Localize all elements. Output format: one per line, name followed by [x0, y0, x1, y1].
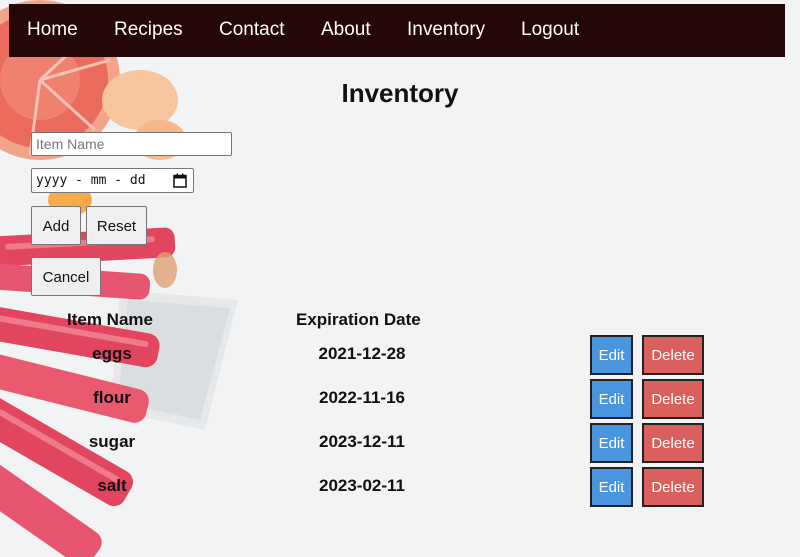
table-row: flour 2022-11-16 Edit Delete [0, 379, 800, 419]
nav-inventory-link[interactable]: Inventory [407, 4, 485, 57]
nav-logout-link[interactable]: Logout [521, 4, 579, 57]
page-title: Inventory [341, 78, 459, 108]
delete-button[interactable]: Delete [642, 379, 704, 419]
nav-home-link[interactable]: Home [27, 4, 78, 57]
add-button[interactable]: Add [31, 206, 81, 245]
edit-button[interactable]: Edit [590, 379, 633, 419]
delete-button[interactable]: Delete [642, 467, 704, 507]
table-row: sugar 2023-12-11 Edit Delete [0, 423, 800, 463]
item-name-cell: eggs [92, 344, 132, 363]
column-header-expiration-date: Expiration Date [296, 310, 421, 329]
top-navbar: Home Recipes Contact About Inventory Log… [9, 4, 785, 57]
expiration-date-cell: 2023-12-11 [318, 432, 406, 451]
item-name-input[interactable] [31, 132, 232, 156]
delete-button[interactable]: Delete [642, 335, 704, 375]
calendar-icon[interactable] [173, 173, 187, 188]
column-header-item-name: Item Name [67, 310, 153, 329]
date-placeholder-text: yyyy - mm - dd [36, 173, 146, 188]
expiration-date-cell: 2021-12-28 [318, 344, 406, 363]
cancel-button[interactable]: Cancel [31, 257, 101, 296]
item-name-cell: sugar [88, 432, 136, 451]
item-name-cell: flour [93, 388, 131, 407]
item-name-cell: salt [97, 476, 127, 495]
edit-button[interactable]: Edit [590, 423, 633, 463]
table-row: eggs 2021-12-28 Edit Delete [0, 335, 800, 375]
table-row: salt 2023-02-11 Edit Delete [0, 467, 800, 507]
expiration-date-cell: 2022-11-16 [318, 388, 406, 407]
nav-contact-link[interactable]: Contact [219, 4, 284, 57]
expiration-date-cell: 2023-02-11 [318, 476, 406, 495]
delete-button[interactable]: Delete [642, 423, 704, 463]
reset-button[interactable]: Reset [86, 206, 147, 245]
edit-button[interactable]: Edit [590, 335, 633, 375]
nav-about-link[interactable]: About [321, 4, 371, 57]
expiration-date-input[interactable]: yyyy - mm - dd [31, 168, 194, 193]
nav-recipes-link[interactable]: Recipes [114, 4, 183, 57]
edit-button[interactable]: Edit [590, 467, 633, 507]
